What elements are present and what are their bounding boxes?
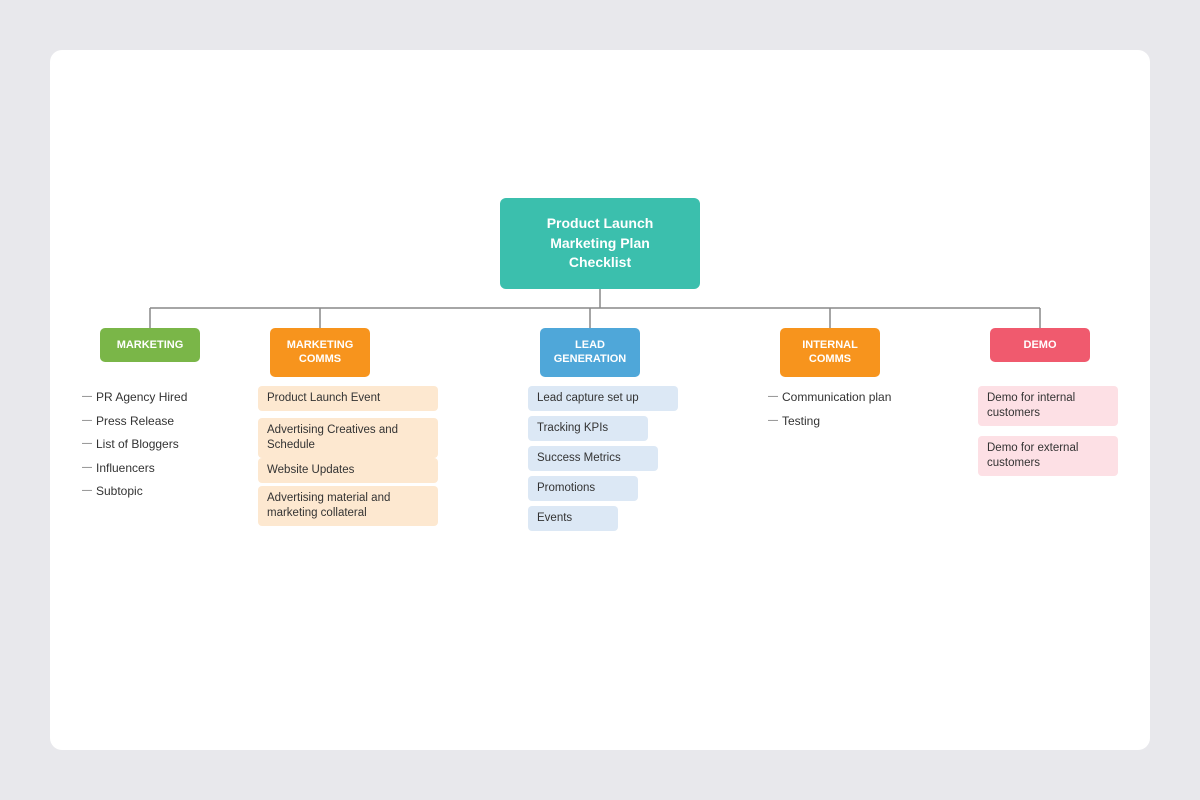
lg-item-5: Events [528,506,618,531]
category-marketingcomms: MARKETING COMMS [270,328,370,377]
root-label: Product Launch Marketing Plan Checklist [547,215,654,270]
canvas: Product Launch Marketing Plan Checklist … [50,50,1150,750]
list-item: List of Bloggers [82,433,187,457]
demo-item-2: Demo for external customers [978,436,1118,476]
demo-item-1: Demo for internal customers [978,386,1118,426]
lg-item-3: Success Metrics [528,446,658,471]
root-node: Product Launch Marketing Plan Checklist [500,198,700,289]
mc-item-4: Advertising material and marketing colla… [258,486,438,526]
category-leadgen: LEAD GENERATION [540,328,640,377]
list-item: Testing [768,410,891,434]
category-internalcomms: INTERNAL COMMS [780,328,880,377]
category-demo: DEMO [990,328,1090,362]
lg-item-4: Promotions [528,476,638,501]
list-item: Subtopic [82,480,187,504]
internalcomms-items: Communication plan Testing [768,386,891,433]
lg-item-2: Tracking KPIs [528,416,648,441]
marketing-items: PR Agency Hired Press Release List of Bl… [82,386,187,504]
lg-item-1: Lead capture set up [528,386,678,411]
mc-item-3: Website Updates [258,458,438,483]
list-item: Communication plan [768,386,891,410]
list-item: PR Agency Hired [82,386,187,410]
mc-item-2: Advertising Creatives and Schedule [258,418,438,458]
mc-item-1: Product Launch Event [258,386,438,411]
list-item: Influencers [82,457,187,481]
list-item: Press Release [82,410,187,434]
category-marketing: MARKETING [100,328,200,362]
